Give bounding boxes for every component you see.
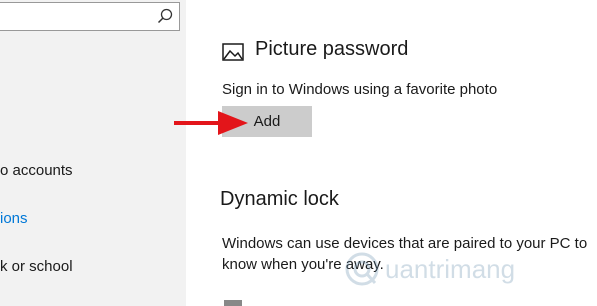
picture-password-description: Sign in to Windows using a favorite phot… xyxy=(222,81,498,98)
search-input[interactable] xyxy=(0,2,180,31)
picture-icon xyxy=(222,43,244,61)
search-icon[interactable] xyxy=(157,8,173,24)
add-button-label: Add xyxy=(253,113,281,130)
picture-password-title: Picture password xyxy=(255,38,409,60)
sidebar-item-work-or-school[interactable]: k or school xyxy=(0,258,73,276)
partial-checkbox-icon xyxy=(224,300,242,306)
watermark-text: uantrimang xyxy=(385,254,516,284)
dynamic-lock-description-line-1: Windows can use devices that are paired … xyxy=(222,235,588,252)
watermark-logo-icon xyxy=(345,252,379,286)
watermark: uantrimang xyxy=(345,252,565,288)
red-arrow-icon xyxy=(174,111,248,135)
search-field[interactable] xyxy=(0,7,143,27)
dynamic-lock-title: Dynamic lock xyxy=(220,188,339,210)
sidebar-item-sign-in-options[interactable]: ions xyxy=(0,210,28,228)
sidebar: o accounts ions k or school xyxy=(0,0,186,306)
sidebar-item-accounts[interactable]: o accounts xyxy=(0,162,73,180)
